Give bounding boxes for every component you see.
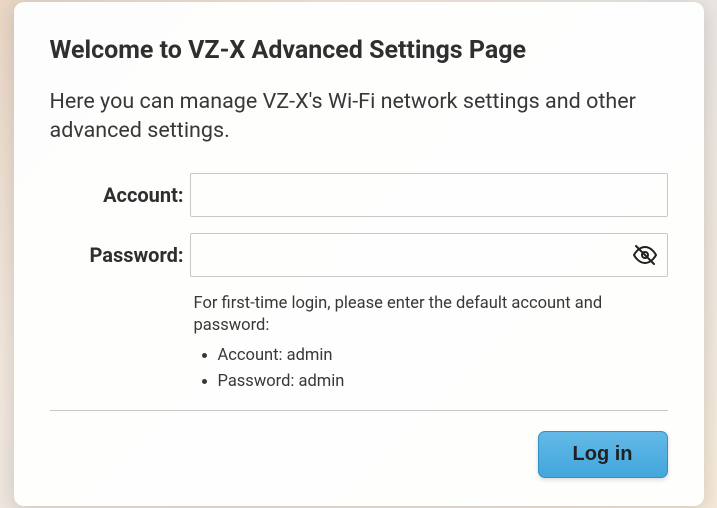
button-row: Log in <box>50 431 668 478</box>
hint-list: Account: admin Password: admin <box>218 343 668 394</box>
password-label: Password: <box>50 243 190 267</box>
account-input[interactable] <box>190 173 668 217</box>
account-row: Account: <box>50 173 668 217</box>
page-title: Welcome to VZ-X Advanced Settings Page <box>50 36 668 65</box>
password-input[interactable] <box>190 233 668 277</box>
hint-block: For first-time login, please enter the d… <box>194 293 668 395</box>
divider <box>50 410 668 411</box>
hint-intro: For first-time login, please enter the d… <box>194 293 668 338</box>
login-button[interactable]: Log in <box>538 431 668 478</box>
page-subtitle: Here you can manage VZ-X's Wi-Fi network… <box>50 87 668 145</box>
password-row: Password: <box>50 233 668 277</box>
list-item: Password: admin <box>218 369 668 395</box>
eye-off-icon[interactable] <box>632 242 658 268</box>
account-label: Account: <box>50 183 190 207</box>
list-item: Account: admin <box>218 343 668 369</box>
login-card: Welcome to VZ-X Advanced Settings Page H… <box>14 2 704 507</box>
